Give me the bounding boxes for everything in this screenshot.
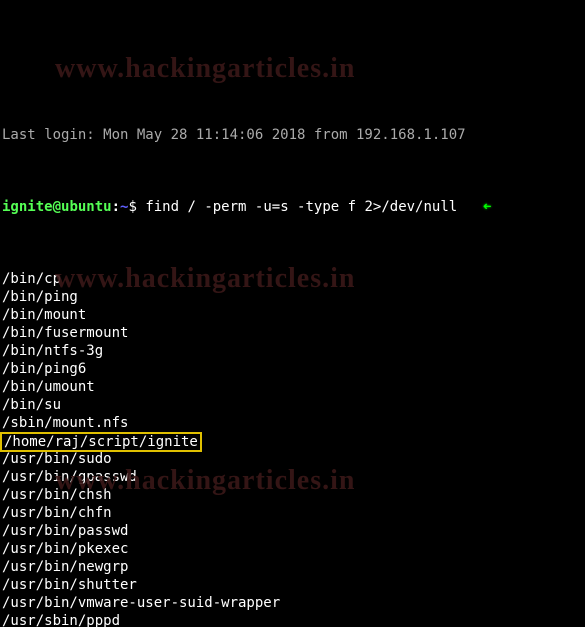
find-result-line: /bin/ntfs-3g [2,342,583,360]
find-result-line: /bin/mount [2,306,583,324]
prompt-host: ubuntu [61,199,112,215]
find-result-line: /usr/bin/shutter [2,576,583,594]
find-result-highlight: /home/raj/script/ignite [0,432,202,452]
find-result-text: /bin/fusermount [2,325,128,341]
find-result-line: /home/raj/script/ignite [2,432,583,450]
terminal-emulator[interactable]: www.hackingarticles.in www.hackingarticl… [0,0,585,627]
find-result-text: /usr/bin/gpasswd [2,469,137,485]
find-result-text: /usr/bin/vmware-user-suid-wrapper [2,595,280,611]
find-result-text: /usr/bin/sudo [2,451,112,467]
find-result-line: /usr/bin/vmware-user-suid-wrapper [2,594,583,612]
find-result-line: /usr/bin/pkexec [2,540,583,558]
find-result-text: /usr/bin/pkexec [2,541,128,557]
find-result-text: /bin/su [2,397,61,413]
find-result-line: /sbin/mount.nfs [2,414,583,432]
find-result-line: /usr/bin/passwd [2,522,583,540]
find-result-text: /bin/ntfs-3g [2,343,103,359]
find-result-line: /bin/ping [2,288,583,306]
find-result-text: /bin/ping6 [2,361,86,377]
find-result-text: /bin/mount [2,307,86,323]
find-result-text: /sbin/mount.nfs [2,415,128,431]
find-results: /bin/cp/bin/ping/bin/mount/bin/fusermoun… [2,270,583,627]
find-result-line: /bin/su [2,396,583,414]
prompt-sep: : [112,199,120,215]
prompt-at: @ [53,199,61,215]
find-result-line: /bin/cp [2,270,583,288]
find-result-text: /usr/bin/shutter [2,577,137,593]
find-result-line: /usr/bin/chfn [2,504,583,522]
find-result-text: /bin/umount [2,379,95,395]
find-result-line: /bin/ping6 [2,360,583,378]
find-result-text: /usr/bin/chfn [2,505,112,521]
prompt-line-find: ignite@ubuntu:~$ find / -perm -u=s -type… [2,198,583,216]
find-result-line: /usr/bin/chsh [2,486,583,504]
find-result-line: /usr/bin/sudo [2,450,583,468]
command-find: find / -perm -u=s -type f 2>/dev/null [145,199,457,215]
find-result-text: /usr/bin/newgrp [2,559,128,575]
find-result-text: /usr/bin/chsh [2,487,112,503]
find-result-text: /usr/bin/passwd [2,523,128,539]
arrow-icon: ➜ [483,198,491,216]
find-result-line: /usr/bin/gpasswd [2,468,583,486]
find-result-text: /usr/sbin/pppd [2,613,120,627]
find-result-line: /bin/umount [2,378,583,396]
find-result-text: /bin/ping [2,289,78,305]
prompt-user: ignite [2,199,53,215]
find-result-line: /usr/sbin/pppd [2,612,583,627]
prompt-dollar: $ [128,199,145,215]
find-result-text: /bin/cp [2,271,61,287]
last-login-line: Last login: Mon May 28 11:14:06 2018 fro… [2,126,583,144]
find-result-line: /bin/fusermount [2,324,583,342]
watermark-text: www.hackingarticles.in [55,60,355,78]
find-result-line: /usr/bin/newgrp [2,558,583,576]
